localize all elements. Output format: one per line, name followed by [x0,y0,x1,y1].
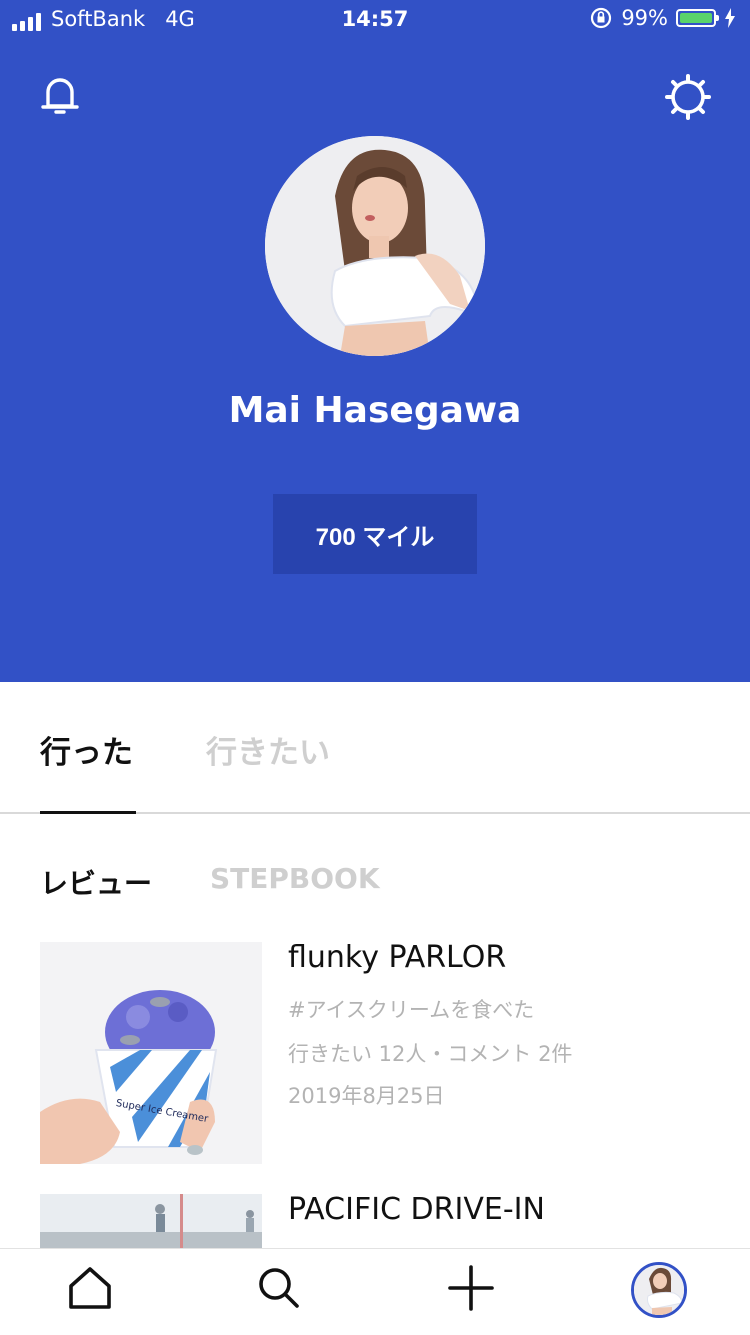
nav-home[interactable] [68,1265,112,1315]
nav-profile[interactable] [631,1262,687,1318]
bottom-navigation [0,1248,750,1335]
rotation-lock-icon [591,7,612,29]
profile-name: Mai Hasegawa [228,390,522,431]
tab-want-to-go[interactable]: 行きたい [206,727,330,772]
profile-avatar[interactable] [265,136,485,356]
subtab-stepbook[interactable]: STEPBOOK [210,862,380,895]
nav-search[interactable] [256,1265,300,1315]
miles-button[interactable]: 700 マイル [273,494,477,574]
review-title[interactable]: flunky PARLOR [288,940,506,975]
main-tabs: 行った 行きたい [0,682,750,814]
active-tab-indicator [40,811,136,814]
plus-icon [448,1265,494,1311]
tab-visited[interactable]: 行った [40,727,133,772]
status-right: 99% [589,6,736,30]
charging-icon [725,8,735,28]
review-stats: 行きたい 12人・コメント 2件 [288,1042,573,1066]
review-thumbnail[interactable] [40,1194,262,1248]
ice-cream-photo: Super Ice Creamer [40,942,262,1164]
gear-icon [665,74,711,120]
battery-icon [676,9,719,27]
subtab-reviews[interactable]: レビュー [40,862,152,902]
status-bar: SoftBank 4G 14:57 99% [0,0,750,40]
avatar [634,1265,684,1315]
bell-icon [41,78,79,114]
search-icon [259,1268,299,1308]
home-icon [69,1267,111,1309]
nav-add[interactable] [448,1265,494,1315]
review-thumbnail[interactable]: Super Ice Creamer [40,942,262,1164]
review-date: 2019年8月25日 [288,1084,445,1108]
beach-photo [40,1194,262,1248]
review-title[interactable]: PACIFIC DRIVE-IN [288,1192,545,1227]
avatar-photo [265,136,485,356]
settings-button[interactable] [665,74,711,124]
review-tag[interactable]: #アイスクリームを食べた [288,994,534,1024]
notifications-button[interactable] [36,72,84,124]
battery-percent: 99% [621,6,668,30]
